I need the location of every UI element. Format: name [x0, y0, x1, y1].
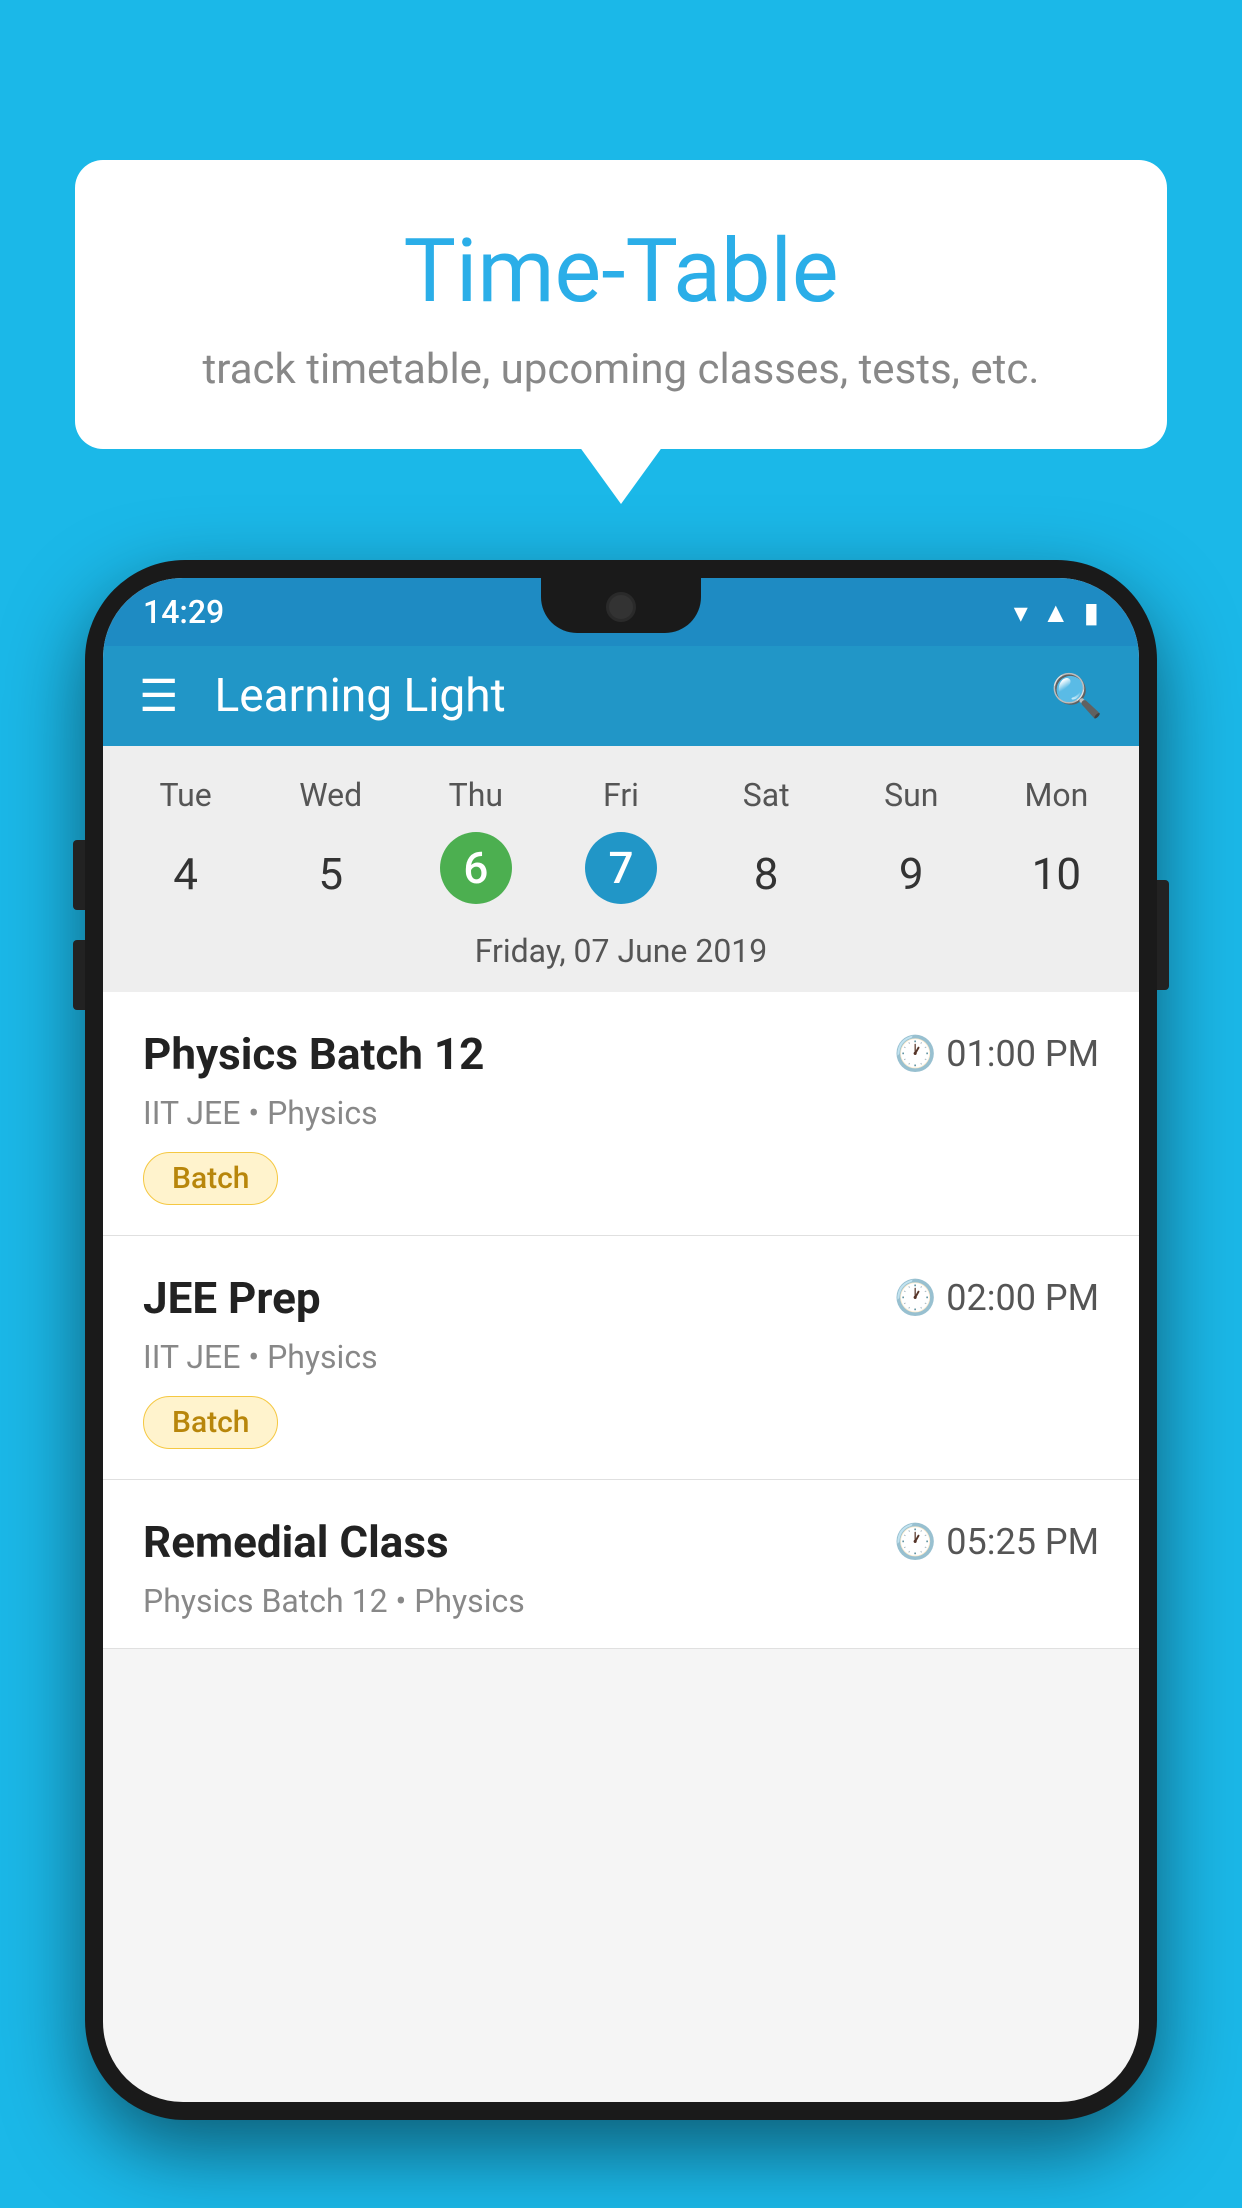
signal-icon: ▲: [1042, 596, 1070, 629]
menu-icon[interactable]: ☰: [139, 674, 178, 718]
date-5[interactable]: 5: [258, 832, 403, 916]
calendar: Tue Wed Thu Fri Sat Sun Mon 4 5 6 7 8 9 …: [103, 746, 1139, 992]
phone-outer: 14:29 ▾ ▲ ▮ ☰ Learning Light 🔍 Tue Wed T…: [85, 560, 1157, 2120]
clock-icon-1: 🕐: [894, 1034, 936, 1074]
bubble-subtitle: track timetable, upcoming classes, tests…: [125, 345, 1117, 394]
schedule-subtitle-3: Physics Batch 12 • Physics: [143, 1582, 1099, 1620]
time-label-1: 01:00 PM: [946, 1033, 1099, 1075]
volume-up-button: [73, 840, 85, 910]
batch-tag-2: Batch: [143, 1396, 278, 1449]
status-time: 14:29: [143, 593, 224, 631]
phone-screen: 14:29 ▾ ▲ ▮ ☰ Learning Light 🔍 Tue Wed T…: [103, 578, 1139, 2102]
day-header-mon: Mon: [984, 766, 1129, 824]
speech-bubble-container: Time-Table track timetable, upcoming cla…: [75, 160, 1167, 449]
status-icons: ▾ ▲ ▮: [1014, 596, 1099, 629]
clock-icon-2: 🕐: [894, 1278, 936, 1318]
day-header-sun: Sun: [839, 766, 984, 824]
schedule-title-3: Remedial Class: [143, 1516, 449, 1568]
date-10[interactable]: 10: [984, 832, 1129, 916]
schedule-subtitle-2: IIT JEE • Physics: [143, 1338, 1099, 1376]
phone-camera: [606, 592, 636, 622]
clock-icon-3: 🕐: [894, 1522, 936, 1562]
schedule-time-2: 🕐 02:00 PM: [894, 1277, 1099, 1319]
day-header-fri: Fri: [548, 766, 693, 824]
phone-mockup: 14:29 ▾ ▲ ▮ ☰ Learning Light 🔍 Tue Wed T…: [85, 560, 1157, 2208]
day-header-sat: Sat: [694, 766, 839, 824]
schedule-subtitle-1: IIT JEE • Physics: [143, 1094, 1099, 1132]
schedule-time-3: 🕐 05:25 PM: [894, 1521, 1099, 1563]
schedule-title-1: Physics Batch 12: [143, 1028, 484, 1080]
bubble-title: Time-Table: [125, 220, 1117, 323]
schedule-item-header-3: Remedial Class 🕐 05:25 PM: [143, 1516, 1099, 1568]
schedule-item-remedial[interactable]: Remedial Class 🕐 05:25 PM Physics Batch …: [103, 1480, 1139, 1649]
date-8[interactable]: 8: [694, 832, 839, 916]
speech-bubble: Time-Table track timetable, upcoming cla…: [75, 160, 1167, 449]
app-title: Learning Light: [214, 669, 1050, 723]
batch-tag-1: Batch: [143, 1152, 278, 1205]
schedule-item-header-2: JEE Prep 🕐 02:00 PM: [143, 1272, 1099, 1324]
date-7-selected[interactable]: 7: [585, 832, 657, 904]
date-9[interactable]: 9: [839, 832, 984, 916]
time-label-3: 05:25 PM: [946, 1521, 1099, 1563]
day-headers: Tue Wed Thu Fri Sat Sun Mon: [103, 766, 1139, 824]
selected-date-label: Friday, 07 June 2019: [103, 916, 1139, 992]
power-button: [1157, 880, 1169, 990]
app-bar: ☰ Learning Light 🔍: [103, 646, 1139, 746]
volume-down-button: [73, 940, 85, 1010]
schedule-title-2: JEE Prep: [143, 1272, 321, 1324]
schedule-item-header-1: Physics Batch 12 🕐 01:00 PM: [143, 1028, 1099, 1080]
day-header-tue: Tue: [113, 766, 258, 824]
schedule-time-1: 🕐 01:00 PM: [894, 1033, 1099, 1075]
schedule-item-jee-prep[interactable]: JEE Prep 🕐 02:00 PM IIT JEE • Physics Ba…: [103, 1236, 1139, 1480]
day-numbers: 4 5 6 7 8 9 10: [103, 832, 1139, 916]
date-6-today[interactable]: 6: [440, 832, 512, 904]
date-4[interactable]: 4: [113, 832, 258, 916]
day-header-thu: Thu: [403, 766, 548, 824]
day-header-wed: Wed: [258, 766, 403, 824]
wifi-icon: ▾: [1014, 596, 1028, 629]
search-icon[interactable]: 🔍: [1051, 672, 1103, 721]
schedule-list: Physics Batch 12 🕐 01:00 PM IIT JEE • Ph…: [103, 992, 1139, 1649]
time-label-2: 02:00 PM: [946, 1277, 1099, 1319]
phone-notch: [541, 578, 701, 633]
schedule-item-physics-batch-12[interactable]: Physics Batch 12 🕐 01:00 PM IIT JEE • Ph…: [103, 992, 1139, 1236]
battery-icon: ▮: [1084, 596, 1099, 629]
